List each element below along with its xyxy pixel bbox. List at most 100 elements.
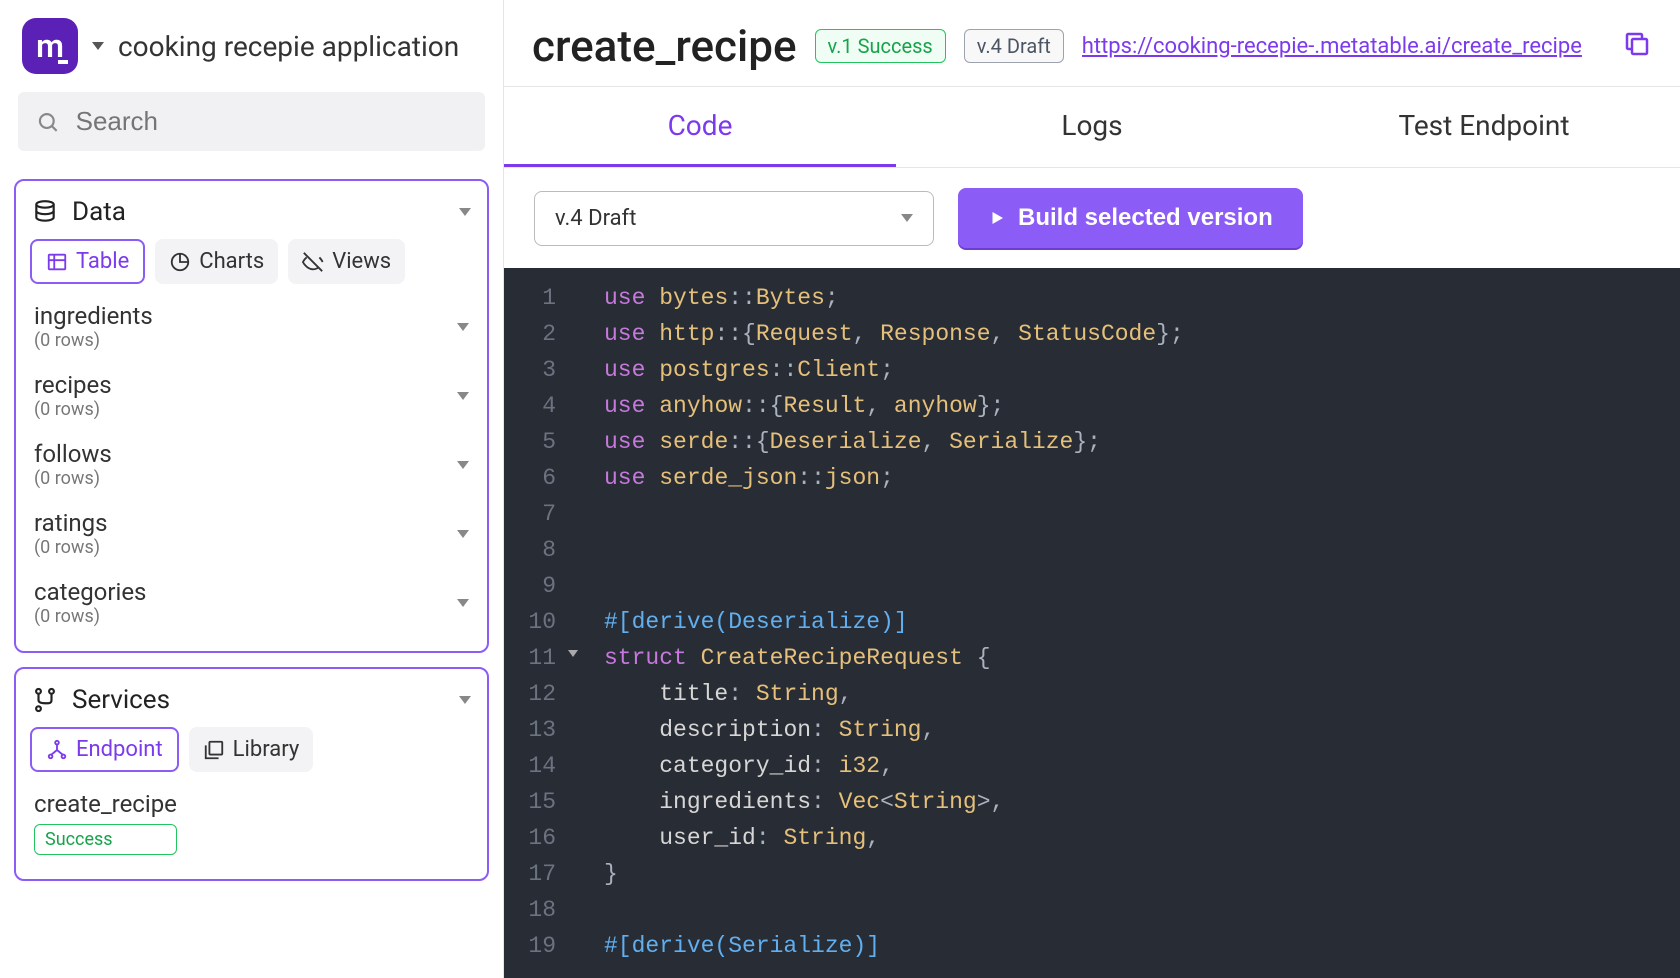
code-line[interactable]: 13 description: String,: [504, 712, 1680, 748]
app-logo[interactable]: m: [22, 18, 78, 74]
sidebar-item-recipes[interactable]: recipes(0 rows): [30, 361, 473, 430]
table-icon: [46, 251, 68, 273]
chip-label: Library: [233, 737, 300, 762]
table-name: categories: [34, 578, 146, 606]
code-line[interactable]: 6use serde_json::json;: [504, 460, 1680, 496]
chevron-down-icon: [457, 323, 469, 331]
tab-logs[interactable]: Logs: [896, 87, 1288, 167]
chip-endpoint[interactable]: Endpoint: [30, 727, 179, 772]
line-number: 14: [504, 748, 574, 784]
code-line[interactable]: 15 ingredients: Vec<String>,: [504, 784, 1680, 820]
service-item-create_recipe[interactable]: create_recipeSuccess: [30, 780, 473, 865]
data-panel-title: Data: [72, 197, 126, 227]
page-title: create_recipe: [532, 20, 797, 72]
code-line[interactable]: 10#[derive(Deserialize)]: [504, 604, 1680, 640]
code-line[interactable]: 9: [504, 568, 1680, 604]
toolbar: v.4 Draft Build selected version: [504, 168, 1680, 268]
tab-test-endpoint[interactable]: Test Endpoint: [1288, 87, 1680, 167]
main-area: create_recipe v.1 Success v.4 Draft http…: [504, 0, 1680, 978]
code-content: user_id: String,: [574, 820, 880, 856]
eye-off-icon: [302, 251, 324, 273]
table-meta: (0 rows): [34, 606, 146, 627]
chip-table[interactable]: Table: [30, 239, 145, 284]
code-line[interactable]: 12 title: String,: [504, 676, 1680, 712]
code-line[interactable]: 16 user_id: String,: [504, 820, 1680, 856]
build-button[interactable]: Build selected version: [958, 188, 1303, 248]
data-panel-caret-icon[interactable]: [459, 208, 471, 216]
code-content: }: [574, 856, 618, 892]
chip-label: Charts: [199, 249, 264, 274]
line-number: 11: [504, 640, 574, 676]
search-icon: [36, 109, 60, 135]
search-input[interactable]: [76, 106, 467, 137]
sidebar-item-ingredients[interactable]: ingredients(0 rows): [30, 292, 473, 361]
code-line[interactable]: 1use bytes::Bytes;: [504, 280, 1680, 316]
code-content: use bytes::Bytes;: [574, 280, 839, 316]
table-name: follows: [34, 440, 112, 468]
line-number: 9: [504, 568, 574, 604]
chip-library[interactable]: Library: [189, 727, 314, 772]
code-line[interactable]: 7: [504, 496, 1680, 532]
chevron-down-icon: [457, 461, 469, 469]
sidebar-item-categories[interactable]: categories(0 rows): [30, 568, 473, 637]
version-draft-badge: v.4 Draft: [964, 29, 1064, 63]
services-panel: Services Endpoint Library create_recipeS…: [14, 667, 489, 881]
copy-url-button[interactable]: [1622, 29, 1652, 63]
sidebar-item-ratings[interactable]: ratings(0 rows): [30, 499, 473, 568]
search-box[interactable]: [18, 92, 485, 151]
code-line[interactable]: 2use http::{Request, Response, StatusCod…: [504, 316, 1680, 352]
app-header: m cooking recepie application: [14, 12, 489, 92]
library-icon: [203, 739, 225, 761]
line-number: 16: [504, 820, 574, 856]
code-line[interactable]: 11struct CreateRecipeRequest {: [504, 640, 1680, 676]
code-content: [574, 568, 618, 604]
line-number: 2: [504, 316, 574, 352]
tab-code[interactable]: Code: [504, 87, 896, 167]
sidebar-item-follows[interactable]: follows(0 rows): [30, 430, 473, 499]
code-content: use postgres::Client;: [574, 352, 894, 388]
code-editor[interactable]: 1use bytes::Bytes;2use http::{Request, R…: [504, 268, 1680, 978]
line-number: 12: [504, 676, 574, 712]
table-meta: (0 rows): [34, 399, 112, 420]
line-number: 6: [504, 460, 574, 496]
code-content: title: String,: [574, 676, 852, 712]
code-line[interactable]: 5use serde::{Deserialize, Serialize};: [504, 424, 1680, 460]
line-number: 8: [504, 532, 574, 568]
chevron-down-icon: [901, 214, 913, 222]
table-meta: (0 rows): [34, 468, 112, 489]
code-line[interactable]: 3use postgres::Client;: [504, 352, 1680, 388]
chip-views[interactable]: Views: [288, 239, 405, 284]
code-line[interactable]: 14 category_id: i32,: [504, 748, 1680, 784]
logo-letter: m: [36, 27, 64, 65]
table-meta: (0 rows): [34, 330, 153, 351]
services-panel-caret-icon[interactable]: [459, 696, 471, 704]
sidebar: m cooking recepie application Data Table: [0, 0, 504, 978]
code-content: #[derive(Deserialize)]: [574, 604, 908, 640]
play-icon: [988, 209, 1006, 227]
chart-icon: [169, 251, 191, 273]
code-line[interactable]: 19#[derive(Serialize)]: [504, 928, 1680, 964]
code-content: struct CreateRecipeRequest {: [574, 640, 991, 676]
code-content: ingredients: Vec<String>,: [574, 784, 1004, 820]
chevron-down-icon: [457, 392, 469, 400]
code-line[interactable]: 17}: [504, 856, 1680, 892]
status-badge: Success: [34, 824, 177, 855]
code-content: description: String,: [574, 712, 935, 748]
chip-charts[interactable]: Charts: [155, 239, 278, 284]
version-select-value: v.4 Draft: [555, 206, 636, 231]
endpoint-icon: [46, 739, 68, 761]
app-menu-caret-icon[interactable]: [92, 42, 104, 50]
version-select[interactable]: v.4 Draft: [534, 191, 934, 246]
line-number: 1: [504, 280, 574, 316]
chip-label: Views: [332, 249, 391, 274]
code-line[interactable]: 4use anyhow::{Result, anyhow};: [504, 388, 1680, 424]
code-content: use serde::{Deserialize, Serialize};: [574, 424, 1101, 460]
line-number: 4: [504, 388, 574, 424]
services-panel-title: Services: [72, 685, 170, 715]
code-line[interactable]: 8: [504, 532, 1680, 568]
app-name: cooking recepie application: [118, 30, 459, 63]
chevron-down-icon: [457, 599, 469, 607]
code-line[interactable]: 18: [504, 892, 1680, 928]
fold-icon[interactable]: [568, 650, 578, 657]
endpoint-url-link[interactable]: https://cooking-recepie-.metatable.ai/cr…: [1082, 34, 1604, 59]
